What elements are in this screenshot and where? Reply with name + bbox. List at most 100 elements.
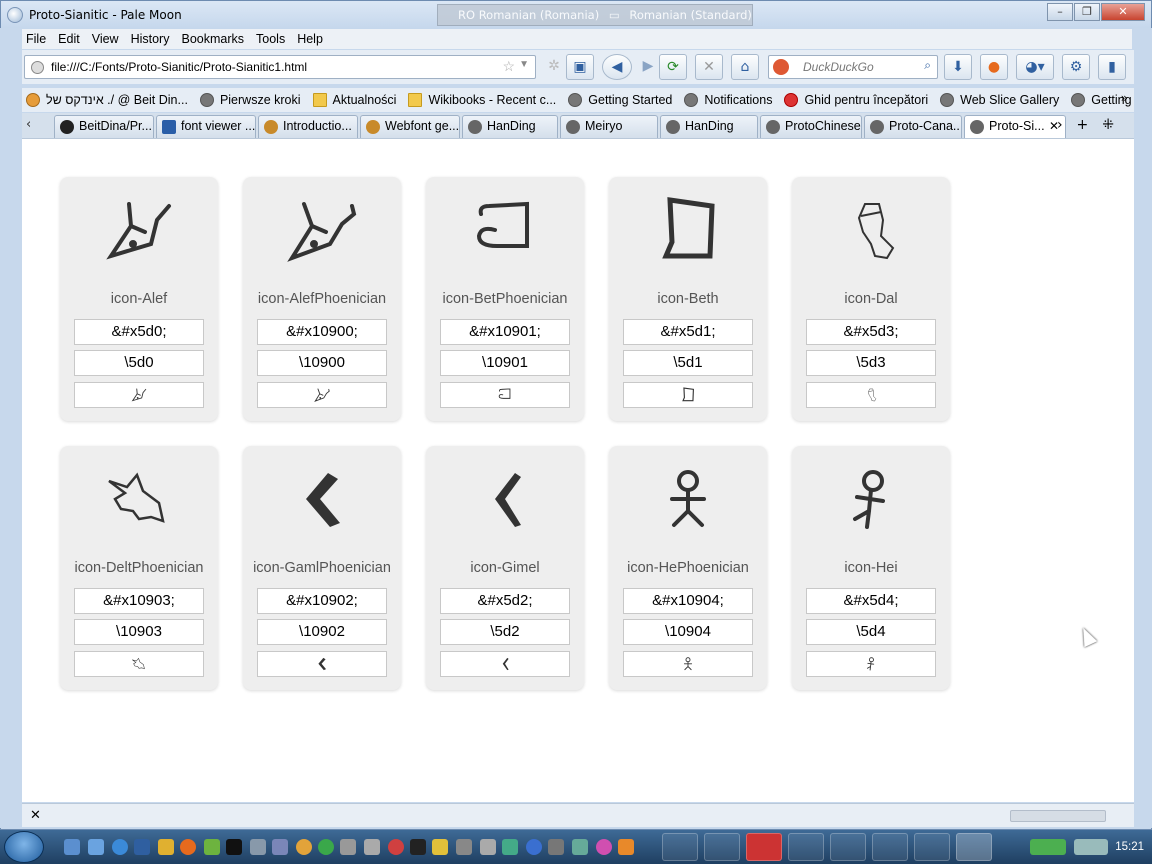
- glyph-preview-field[interactable]: [74, 382, 204, 408]
- taskbar-window-button[interactable]: [872, 833, 908, 861]
- app-icon[interactable]: [456, 839, 472, 855]
- app-icon[interactable]: [596, 839, 612, 855]
- firefox-icon[interactable]: ●: [980, 54, 1008, 80]
- html-entity-field[interactable]: &#x10900;: [257, 319, 387, 345]
- chrome-icon[interactable]: [318, 839, 334, 855]
- app-icon[interactable]: [526, 839, 542, 855]
- taskbar-clock[interactable]: 15:21: [1115, 841, 1144, 853]
- taskbar-window-button[interactable]: [662, 833, 698, 861]
- star-icon[interactable]: ☆: [502, 58, 515, 75]
- tab[interactable]: BeitDina/Pr...: [54, 115, 154, 138]
- glyph-preview-field[interactable]: [623, 651, 753, 677]
- tray-icons[interactable]: [1030, 839, 1066, 855]
- menu-edit[interactable]: Edit: [58, 32, 80, 46]
- stop-button[interactable]: ✕: [695, 54, 723, 80]
- app-icon[interactable]: [432, 839, 448, 855]
- html-entity-field[interactable]: &#x10904;: [623, 588, 753, 614]
- url-text[interactable]: file:///C:/Fonts/Proto-Sianitic/Proto-Si…: [51, 60, 307, 74]
- glyph-preview-field[interactable]: [257, 382, 387, 408]
- desktop-icon[interactable]: [64, 839, 80, 855]
- download-button[interactable]: ⬇: [944, 54, 972, 80]
- horizontal-scrollbar[interactable]: [1010, 810, 1106, 822]
- tab[interactable]: Webfont ge...: [360, 115, 460, 138]
- tab[interactable]: HanDing: [462, 115, 558, 138]
- app-icon[interactable]: [296, 839, 312, 855]
- settings-icon[interactable]: ⚙: [1062, 54, 1090, 80]
- html-entity-field[interactable]: &#x5d4;: [806, 588, 936, 614]
- tray-icons[interactable]: [1074, 839, 1108, 855]
- app-icon[interactable]: [502, 839, 518, 855]
- minimize-button[interactable]: –: [1047, 3, 1073, 21]
- css-escape-field[interactable]: \10900: [257, 350, 387, 376]
- tab[interactable]: Proto-Cana...: [864, 115, 962, 138]
- taskbar-window-button-active[interactable]: [956, 833, 992, 861]
- bookmark-item[interactable]: Wikibooks - Recent c...: [408, 93, 556, 107]
- chevron-down-icon[interactable]: ▼: [519, 59, 529, 70]
- html-entity-field[interactable]: &#x5d0;: [74, 319, 204, 345]
- media-icon[interactable]: [158, 839, 174, 855]
- app-icon[interactable]: [388, 839, 404, 855]
- input-language[interactable]: RO Romanian (Romania): [458, 8, 599, 22]
- tab[interactable]: Meiryo: [560, 115, 658, 138]
- tab-active[interactable]: Proto-Si... ✕: [964, 115, 1066, 138]
- css-escape-field[interactable]: \10902: [257, 619, 387, 645]
- css-escape-field[interactable]: \5d1: [623, 350, 753, 376]
- html-entity-field[interactable]: &#x10903;: [74, 588, 204, 614]
- php-icon[interactable]: [272, 839, 288, 855]
- search-input[interactable]: DuckDuckGo ⌕: [768, 55, 938, 79]
- menu-file[interactable]: File: [26, 32, 46, 46]
- close-button[interactable]: ✕: [1101, 3, 1145, 21]
- start-button[interactable]: [4, 831, 44, 863]
- search-icon[interactable]: ⌕: [924, 58, 931, 73]
- glyph-preview-field[interactable]: [257, 651, 387, 677]
- taskbar-window-button[interactable]: [788, 833, 824, 861]
- css-escape-field[interactable]: \10901: [440, 350, 570, 376]
- maximize-button[interactable]: ❐: [1074, 3, 1100, 21]
- bookmark-item[interactable]: Ghid pentru începători: [784, 93, 928, 107]
- css-escape-field[interactable]: \5d0: [74, 350, 204, 376]
- app-icon[interactable]: [204, 839, 220, 855]
- menu-tools[interactable]: Tools: [256, 32, 285, 46]
- tab-controls[interactable]: ›+⁜: [1057, 117, 1128, 133]
- sidebar-icon[interactable]: ▮: [1098, 54, 1126, 80]
- app-icon[interactable]: [480, 839, 496, 855]
- tab[interactable]: HanDing: [660, 115, 758, 138]
- css-escape-field[interactable]: \10904: [623, 619, 753, 645]
- glyph-preview-field[interactable]: [806, 651, 936, 677]
- terminal-icon[interactable]: [226, 839, 242, 855]
- taskbar-window-button[interactable]: [830, 833, 866, 861]
- chevron-right-icon[interactable]: »: [1121, 91, 1128, 105]
- glyph-preview-field[interactable]: [440, 382, 570, 408]
- addon-button[interactable]: ◕▾: [1016, 54, 1054, 80]
- tab-groups-button[interactable]: ▣: [566, 54, 594, 80]
- url-bar[interactable]: file:///C:/Fonts/Proto-Sianitic/Proto-Si…: [24, 55, 536, 79]
- css-escape-field[interactable]: \5d2: [440, 619, 570, 645]
- html-entity-field[interactable]: &#x10902;: [257, 588, 387, 614]
- tab[interactable]: ProtoChinese: [760, 115, 862, 138]
- bookmark-item[interactable]: Getting Started: [568, 93, 672, 107]
- html-entity-field[interactable]: &#x10901;: [440, 319, 570, 345]
- taskbar-window-button[interactable]: [704, 833, 740, 861]
- app-icon[interactable]: [410, 839, 426, 855]
- save-icon[interactable]: [134, 839, 150, 855]
- menu-bookmarks[interactable]: Bookmarks: [181, 32, 244, 46]
- taskbar-window-button[interactable]: [914, 833, 950, 861]
- app-icon[interactable]: [548, 839, 564, 855]
- menu-help[interactable]: Help: [297, 32, 323, 46]
- html-entity-field[interactable]: &#x5d3;: [806, 319, 936, 345]
- chevron-left-icon[interactable]: ‹: [26, 117, 31, 132]
- tab[interactable]: font viewer ...: [156, 115, 256, 138]
- menu-history[interactable]: History: [131, 32, 170, 46]
- reload-button[interactable]: ⟳: [659, 54, 687, 80]
- css-escape-field[interactable]: \5d4: [806, 619, 936, 645]
- ie-icon[interactable]: [112, 839, 128, 855]
- menu-view[interactable]: View: [92, 32, 119, 46]
- vlc-icon[interactable]: [618, 839, 634, 855]
- glyph-preview-field[interactable]: [74, 651, 204, 677]
- glyph-preview-field[interactable]: [440, 651, 570, 677]
- html-entity-field[interactable]: &#x5d1;: [623, 319, 753, 345]
- css-escape-field[interactable]: \5d3: [806, 350, 936, 376]
- back-button[interactable]: ◀: [602, 54, 632, 80]
- home-button[interactable]: ⌂: [731, 54, 759, 80]
- glyph-preview-field[interactable]: [623, 382, 753, 408]
